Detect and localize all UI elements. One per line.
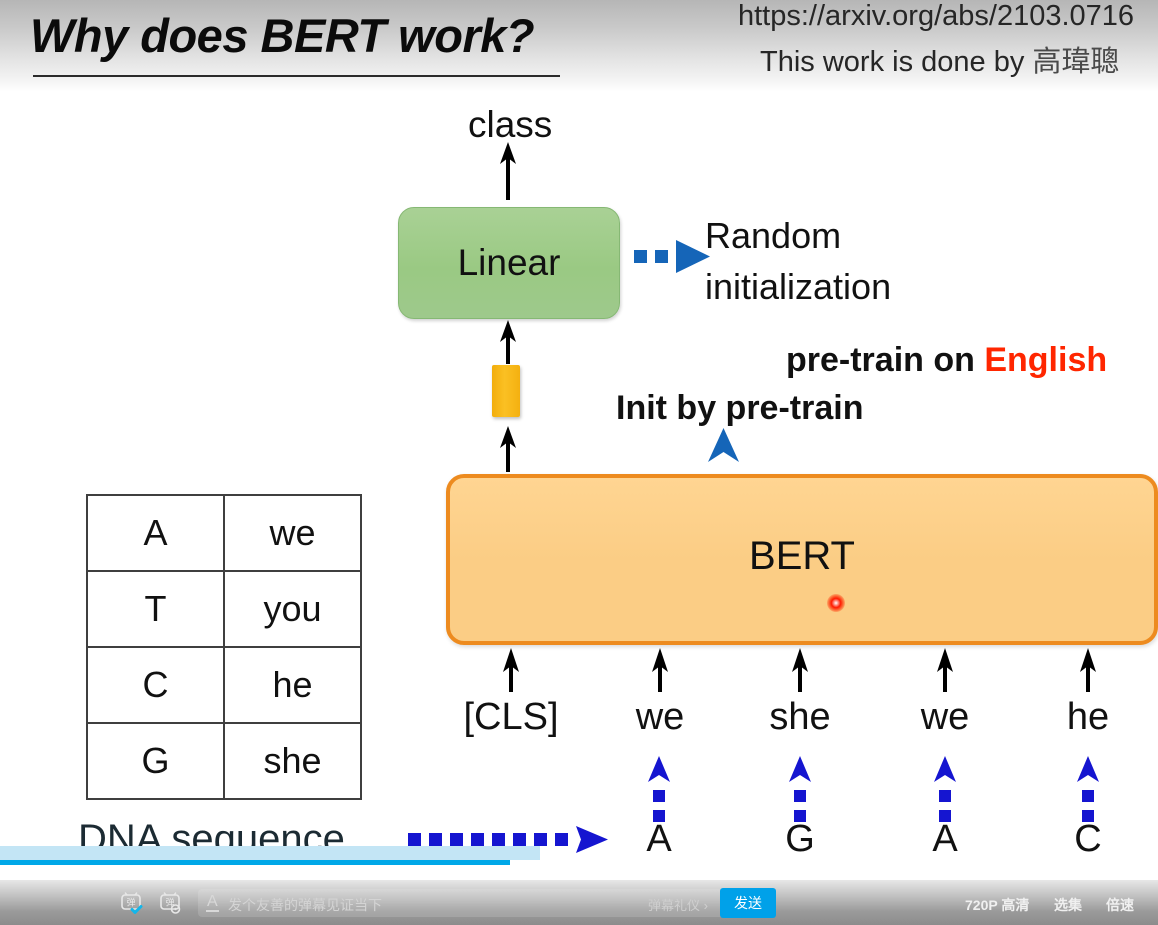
mapping-base-cell: C xyxy=(86,646,225,724)
pretrain-prefix-text: pre-train on xyxy=(786,341,985,379)
video-player-stage: Why does BERT work? https://arxiv.org/ab… xyxy=(0,0,1158,925)
mapping-word-cell: you xyxy=(223,570,362,648)
random-initialization-label-line1: Random xyxy=(705,215,842,256)
arrow-random-initialization xyxy=(634,240,710,273)
token-label-4: he xyxy=(1066,696,1110,738)
pretrain-on-english-label: pre-train on English xyxy=(786,341,1107,380)
dna-to-word-mapping-table: A we T you C he G she xyxy=(86,494,362,800)
mapping-base-cell: T xyxy=(86,570,225,648)
table-row: G she xyxy=(86,722,362,800)
arrow-bert-to-vector xyxy=(500,426,516,472)
bert-model-label: BERT xyxy=(749,534,855,578)
credit-line: This work is done by 高瑋聰 xyxy=(760,38,1119,80)
token-label-3: we xyxy=(920,696,970,738)
send-danmaku-button[interactable]: 发送 xyxy=(720,888,776,918)
base-label-2: G xyxy=(785,818,815,860)
class-output-label: class xyxy=(468,104,553,145)
mapping-word-cell: he xyxy=(223,646,362,724)
arrow-linear-to-class xyxy=(500,142,516,200)
arrows-bases-to-tokens xyxy=(648,756,1099,822)
page-title: Why does BERT work? xyxy=(30,9,535,62)
base-label-4: C xyxy=(1074,818,1102,860)
mapping-word-cell: she xyxy=(223,722,362,800)
arrows-tokens-to-bert xyxy=(503,648,1096,692)
arrow-vector-to-linear xyxy=(500,320,516,364)
progress-bar-played[interactable] xyxy=(0,860,510,865)
credit-author-name: 高瑋聰 xyxy=(1032,46,1120,78)
mapping-base-cell: G xyxy=(86,722,225,800)
font-style-icon[interactable]: A xyxy=(206,893,219,912)
table-row: C he xyxy=(86,646,362,724)
danmaku-input-placeholder: 发个友善的弹幕见证当下 xyxy=(228,897,382,913)
pretrain-language-highlight: English xyxy=(984,341,1108,379)
random-initialization-label-line2: initialization xyxy=(705,266,892,307)
table-row: A we xyxy=(86,494,362,572)
linear-layer-box: Linear xyxy=(398,207,620,319)
svg-text:弹: 弹 xyxy=(126,897,135,909)
mapping-table-body: A we T you C he G she xyxy=(86,494,362,800)
credit-prefix: This work is done by xyxy=(760,46,1033,78)
token-label-1: we xyxy=(635,696,685,738)
cls-embedding-vector xyxy=(492,365,520,417)
base-label-1: A xyxy=(646,818,672,860)
token-label-2: she xyxy=(769,696,831,738)
danmaku-on-icon[interactable]: 弹 xyxy=(119,892,143,914)
title-underline xyxy=(33,75,560,77)
progress-bar-buffered[interactable] xyxy=(0,846,540,860)
init-by-pretrain-label: Init by pre-train xyxy=(616,389,864,427)
quality-selector[interactable]: 720P 高清 xyxy=(965,895,1029,915)
laser-pointer-dot xyxy=(827,594,845,612)
danmaku-settings-icon[interactable]: 弹 xyxy=(158,892,182,914)
paper-url: https://arxiv.org/abs/2103.0716 xyxy=(738,0,1135,32)
table-row: T you xyxy=(86,570,362,648)
danmaku-etiquette-link[interactable]: 弹幕礼仪 › xyxy=(648,895,708,914)
bert-model-box: BERT xyxy=(446,474,1158,645)
playback-speed-button[interactable]: 倍速 xyxy=(1106,895,1134,915)
mapping-word-cell: we xyxy=(223,494,362,572)
linear-layer-label: Linear xyxy=(457,242,561,283)
episode-list-button[interactable]: 选集 xyxy=(1054,895,1082,915)
base-label-3: A xyxy=(932,818,958,860)
mapping-base-cell: A xyxy=(86,494,225,572)
token-label-cls: [CLS] xyxy=(463,696,559,738)
